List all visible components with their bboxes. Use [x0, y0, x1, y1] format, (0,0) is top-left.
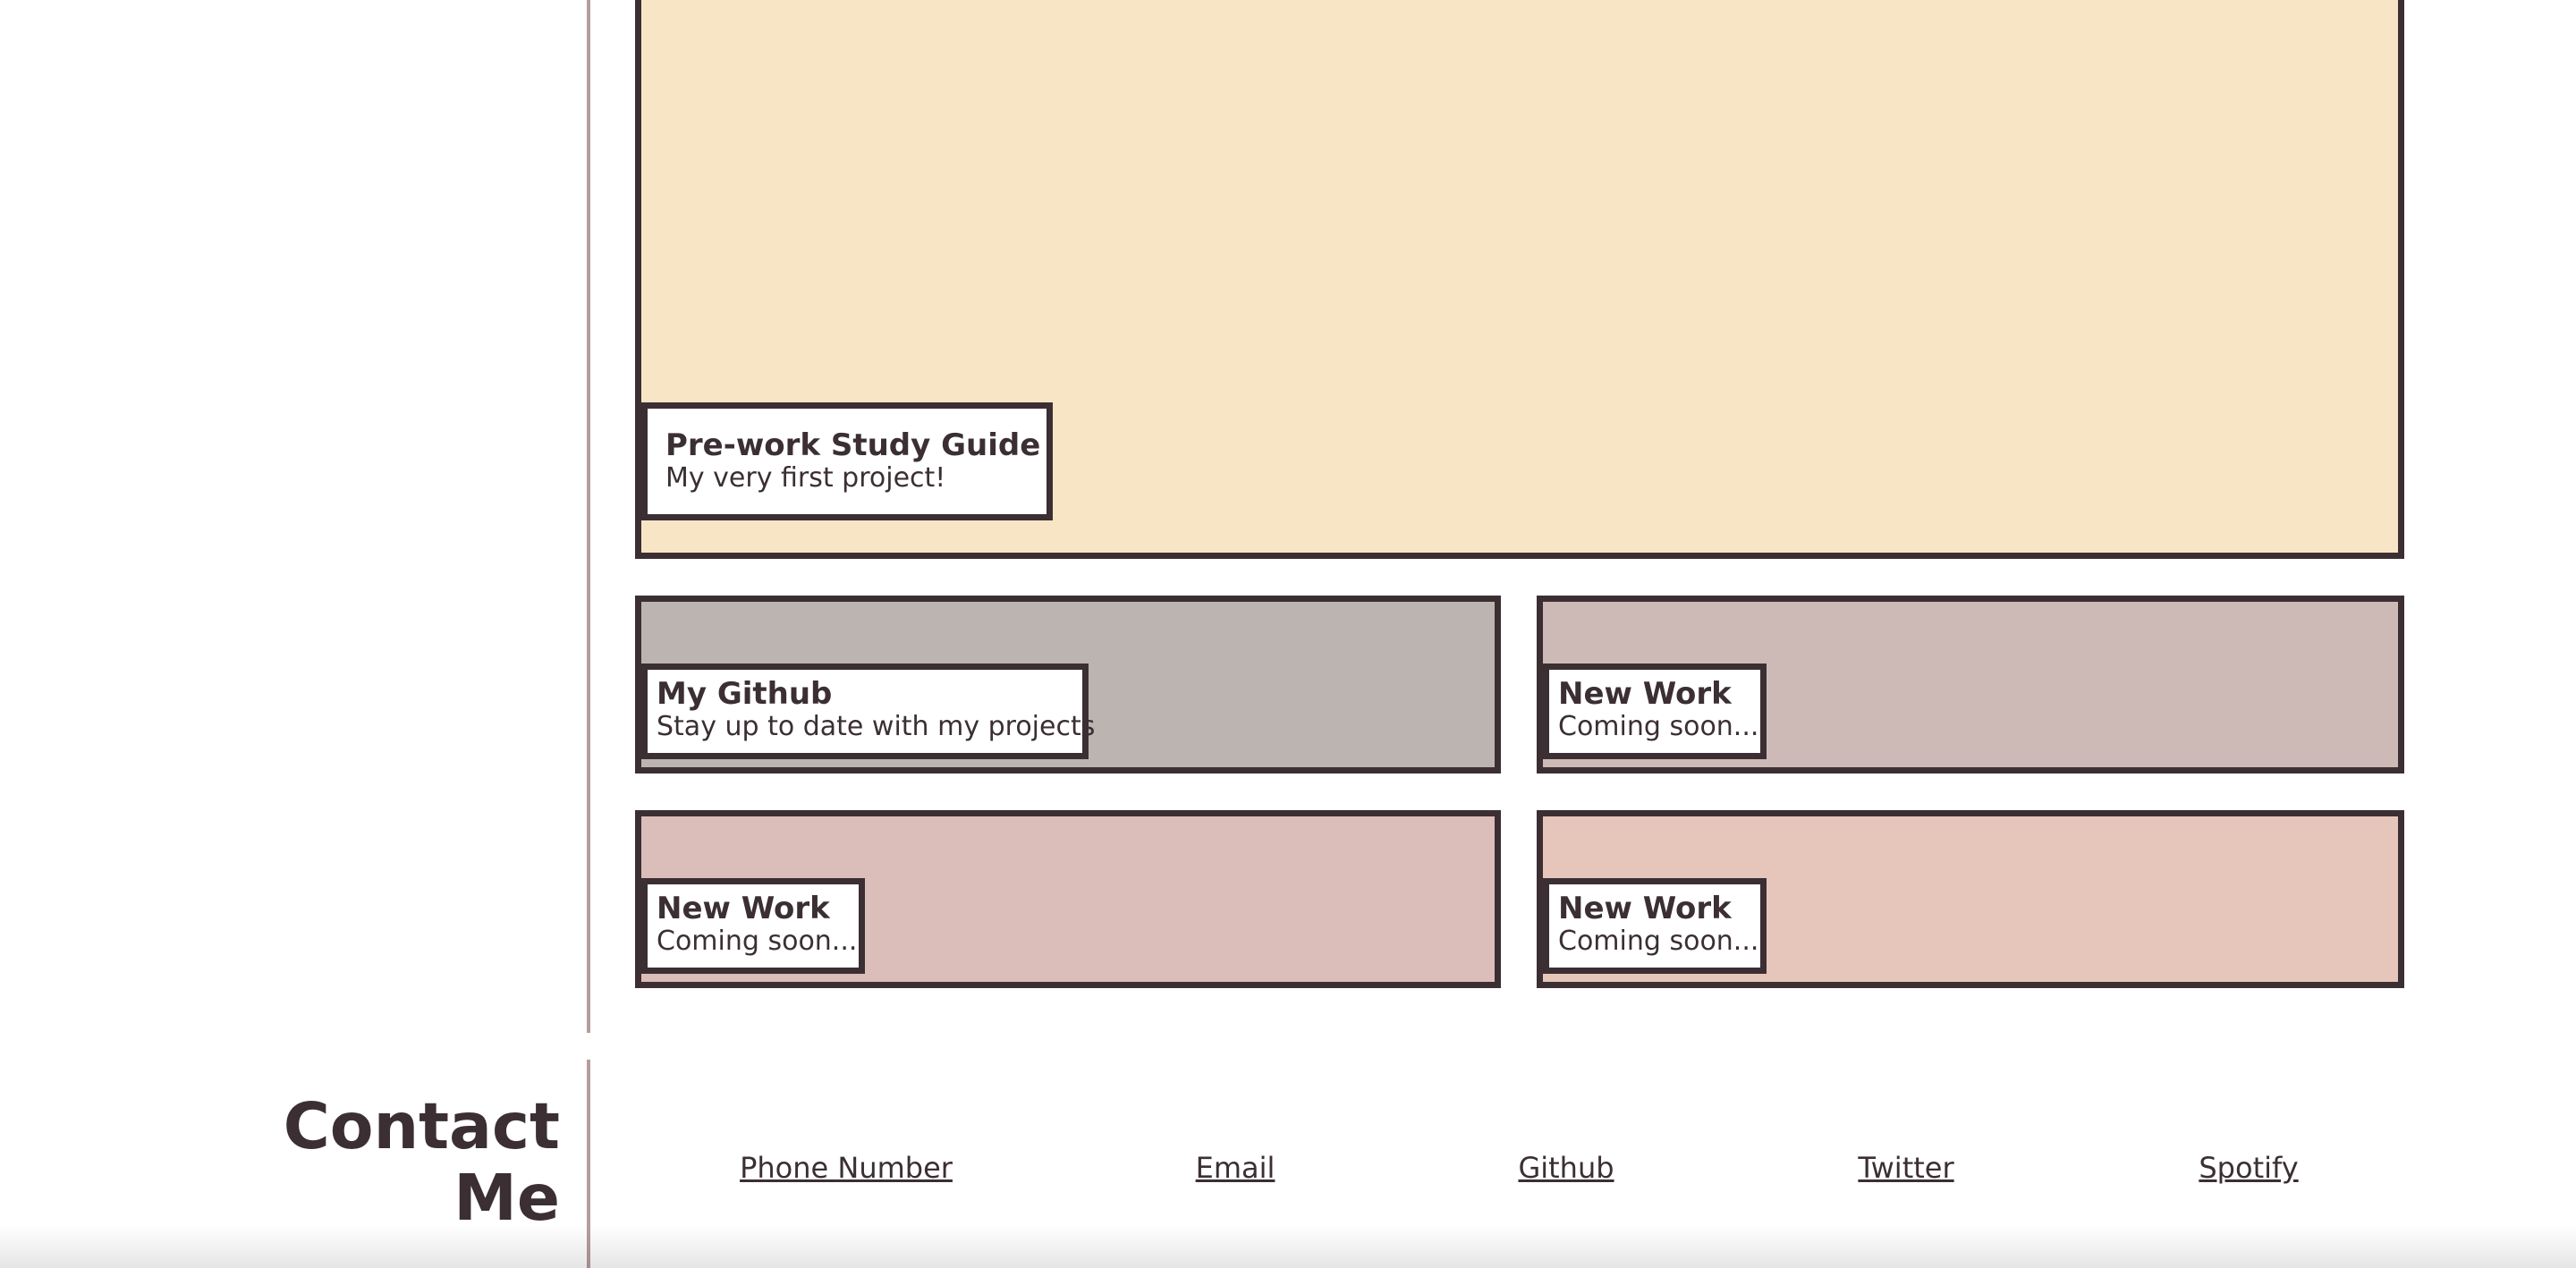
project-label-new-work-2: New Work Coming soon...: [641, 878, 865, 974]
project-subtitle: Coming soon...: [657, 926, 858, 957]
project-card-new-work-1[interactable]: New Work Coming soon...: [1537, 596, 2404, 773]
project-subtitle: Stay up to date with my projects: [657, 711, 1096, 742]
project-title: Pre-work Study Guide: [665, 427, 1041, 463]
project-card-new-work-2[interactable]: New Work Coming soon...: [635, 810, 1501, 988]
project-title: New Work: [1558, 676, 1732, 712]
project-title: New Work: [657, 891, 830, 926]
email-link[interactable]: Email: [1196, 1150, 1275, 1186]
project-label-github: My Github Stay up to date with my projec…: [641, 664, 1096, 759]
phone-number-link[interactable]: Phone Number: [740, 1150, 953, 1186]
project-subtitle: Coming soon...: [1558, 926, 1759, 957]
project-label-prework: Pre-work Study Guide My very first proje…: [641, 402, 1053, 520]
twitter-link[interactable]: Twitter: [1858, 1150, 1953, 1186]
project-label-new-work-1: New Work Coming soon...: [1543, 664, 1767, 759]
project-subtitle: Coming soon...: [1558, 711, 1759, 742]
github-link[interactable]: Github: [1518, 1150, 1614, 1186]
project-card-github[interactable]: My Github Stay up to date with my projec…: [635, 596, 1501, 773]
project-card-new-work-3[interactable]: New Work Coming soon...: [1537, 810, 2404, 988]
project-subtitle: My very first project!: [665, 462, 946, 494]
project-title: My Github: [657, 676, 833, 712]
contact-heading: Contact Me: [283, 1089, 560, 1235]
project-label-new-work-3: New Work Coming soon...: [1543, 878, 1767, 974]
work-section-divider: [587, 0, 590, 1033]
bottom-edge-shadow: [0, 1225, 2576, 1268]
project-title: New Work: [1558, 891, 1732, 926]
spotify-link[interactable]: Spotify: [2199, 1150, 2298, 1186]
project-card-prework[interactable]: Pre-work Study Guide My very first proje…: [635, 0, 2404, 559]
